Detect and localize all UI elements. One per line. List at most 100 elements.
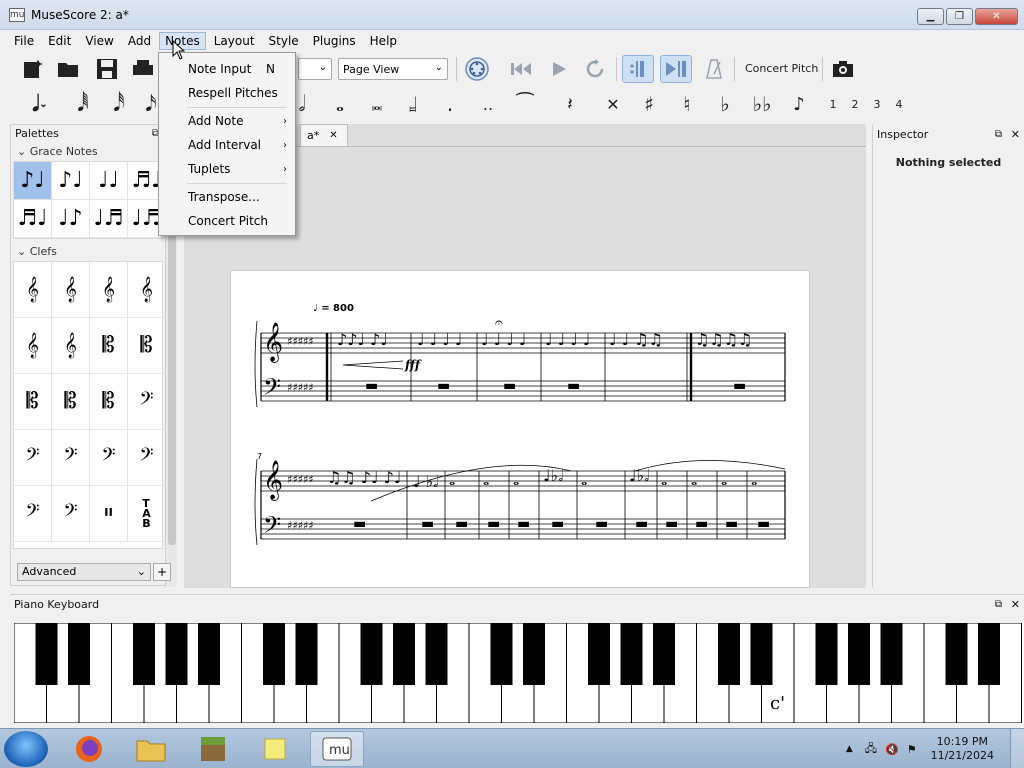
score-page[interactable]: 𝄞 𝄢 𝄞 𝄢 ♯♯♯♯♯ ♯♯♯♯♯ ♯♯♯♯♯ ♯♯♯♯♯ ♪♪♩ ♪♩ ♩ ♩ … [230, 270, 810, 588]
menu-item-add-interval[interactable]: Add Interval › [159, 134, 295, 156]
natural-icon[interactable]: ♮ [678, 90, 696, 118]
close-button[interactable]: ✕ [975, 8, 1018, 25]
piano-black-key[interactable] [620, 623, 643, 685]
close-panel-icon[interactable]: ✕ [1011, 126, 1020, 144]
grace-32nd-cell[interactable]: ♬♩ [14, 200, 52, 238]
show-desktop-button[interactable] [1010, 729, 1024, 768]
bass-clef-cell[interactable]: 𝄢 [14, 430, 52, 486]
bass-8va-clef-cell[interactable]: 𝄢 [52, 430, 90, 486]
duration-64th-icon[interactable]: 𝅘𝅥𝅱 [72, 90, 94, 118]
close-panel-icon[interactable]: ✕ [1011, 595, 1020, 615]
piano-black-key[interactable] [523, 623, 545, 685]
rewind-icon[interactable] [508, 55, 534, 83]
subbass-clef-cell[interactable]: 𝄢 [14, 486, 52, 542]
piano-black-key[interactable] [848, 623, 870, 685]
menu-view[interactable]: View [79, 32, 119, 50]
rest-icon[interactable]: 𝄽 [558, 90, 582, 118]
menu-item-respell-pitches[interactable]: Respell Pitches [159, 82, 295, 104]
note-input-mode-icon[interactable]: 𝅘𝅥 ⌄ [20, 90, 60, 118]
pan-score-icon[interactable] [660, 55, 692, 83]
piano-black-key[interactable] [393, 623, 415, 685]
voice-1-button[interactable]: 1 [826, 90, 840, 118]
bass-15mb-clef-cell[interactable]: 𝄢 [52, 486, 90, 542]
piano-black-key[interactable] [945, 623, 968, 685]
grace-acciaccatura-cell[interactable]: ♪♩ [14, 162, 52, 200]
grace-appoggiatura-cell[interactable]: ♪♩ [52, 162, 90, 200]
piano-black-key[interactable] [718, 623, 740, 685]
minecraft-icon[interactable] [186, 731, 240, 767]
percussion-clef-cell[interactable]: 𝄥 [90, 486, 128, 542]
camera-icon[interactable] [830, 55, 856, 83]
flip-direction-icon[interactable]: ♪ [788, 90, 810, 118]
piano-keys[interactable] [14, 623, 1024, 723]
duration-32nd-icon[interactable]: 𝅘𝅥𝅰 [108, 90, 130, 118]
augmentation-dot-icon[interactable]: . [442, 90, 458, 118]
musescore-taskbar-icon[interactable]: mu [310, 731, 364, 767]
score-notation[interactable]: 𝄞 𝄢 𝄞 𝄢 ♯♯♯♯♯ ♯♯♯♯♯ ♯♯♯♯♯ ♯♯♯♯♯ ♪♪♩ ♪♩ ♩ ♩ … [231, 271, 811, 589]
bass-8vb-clef-cell[interactable]: 𝄢 [90, 430, 128, 486]
add-workspace-button[interactable]: + [153, 563, 171, 581]
piano-black-key[interactable] [653, 623, 675, 685]
menu-item-transpose[interactable]: Transpose... [159, 186, 295, 208]
sticky-notes-icon[interactable] [248, 731, 302, 767]
piano-black-key[interactable] [133, 623, 155, 685]
show-hidden-icons-icon[interactable]: ▲ [846, 744, 853, 754]
firefox-icon[interactable] [62, 731, 116, 767]
concert-pitch-toggle[interactable]: Concert Pitch [745, 62, 818, 75]
soprano-clef-cell[interactable]: 𝄡 [90, 318, 128, 374]
flat-icon[interactable]: ♭ [716, 90, 734, 118]
float-panel-icon[interactable]: ⧉ [995, 595, 1002, 615]
piano-black-key[interactable] [198, 623, 220, 685]
voice-2-button[interactable]: 2 [848, 90, 862, 118]
loop-icon[interactable] [582, 55, 608, 83]
network-icon[interactable]: 🖧 [865, 740, 877, 759]
treble-8va-clef-cell[interactable]: 𝄞 [52, 262, 90, 318]
grace-quarter-cell[interactable]: ♩♩ [90, 162, 128, 200]
tab-clef-cell[interactable]: TAB [128, 486, 162, 542]
file-explorer-icon[interactable] [124, 731, 178, 767]
duration-longa-icon[interactable]: 𝆷 [402, 90, 424, 118]
duration-breve-icon[interactable]: 𝅜 [366, 90, 388, 118]
piano-black-key[interactable] [425, 623, 448, 685]
duration-16th-icon[interactable]: 𝅘𝅥𝅯 [144, 90, 158, 118]
system-clock[interactable]: 10:19 PM 11/21/2024 [931, 735, 994, 763]
action-center-icon[interactable]: ⚑ [907, 743, 917, 756]
play-icon[interactable] [546, 55, 572, 83]
grace-after-16th-cell[interactable]: ♩♬ [90, 200, 128, 238]
voice-3-button[interactable]: 3 [870, 90, 884, 118]
restore-button[interactable]: ❐ [946, 8, 973, 25]
piano-black-key[interactable] [588, 623, 610, 685]
zoom-combo[interactable]: ⌄ [298, 58, 332, 80]
treble-8vb-clef-cell[interactable]: 𝄞 [128, 262, 162, 318]
start-button[interactable] [4, 731, 48, 767]
piano-black-key[interactable] [263, 623, 285, 685]
new-score-icon[interactable] [20, 55, 46, 83]
sharp-icon[interactable]: ♯ [640, 90, 658, 118]
open-folder-icon[interactable] [56, 55, 82, 83]
menu-edit[interactable]: Edit [42, 32, 77, 50]
volume-muted-icon[interactable]: 🔇 [885, 743, 899, 756]
piano-black-key[interactable] [35, 623, 58, 685]
metronome-icon[interactable] [702, 55, 726, 83]
grace-after-cell[interactable]: ♩♪ [52, 200, 90, 238]
palette-section-grace-notes[interactable]: ⌄ Grace Notes [11, 143, 165, 161]
piano-black-key[interactable] [978, 623, 1000, 685]
double-dot-icon[interactable]: .. [478, 90, 498, 118]
piano-black-key[interactable] [490, 623, 513, 685]
save-icon[interactable] [94, 55, 120, 83]
piano-black-key[interactable] [880, 623, 903, 685]
menu-plugins[interactable]: Plugins [307, 32, 362, 50]
duration-whole-icon[interactable]: 𝅝 [330, 90, 350, 118]
play-repeats-icon[interactable] [622, 55, 654, 83]
minimize-button[interactable]: ▁ [917, 8, 944, 25]
french-violin-clef-cell[interactable]: 𝄞 [52, 318, 90, 374]
view-mode-combo[interactable]: Page View ⌄ [338, 58, 448, 80]
workspace-selector[interactable]: Advanced ⌄ [17, 563, 151, 581]
baritone-f-clef-cell[interactable]: 𝄢 [128, 374, 162, 430]
menu-item-tuplets[interactable]: Tuplets › [159, 158, 295, 180]
menu-style[interactable]: Style [263, 32, 305, 50]
menu-item-concert-pitch[interactable]: Concert Pitch [159, 210, 295, 232]
baritone-c-clef-cell[interactable]: 𝄡 [90, 374, 128, 430]
piano-black-key[interactable] [295, 623, 318, 685]
piano-black-key[interactable] [68, 623, 90, 685]
